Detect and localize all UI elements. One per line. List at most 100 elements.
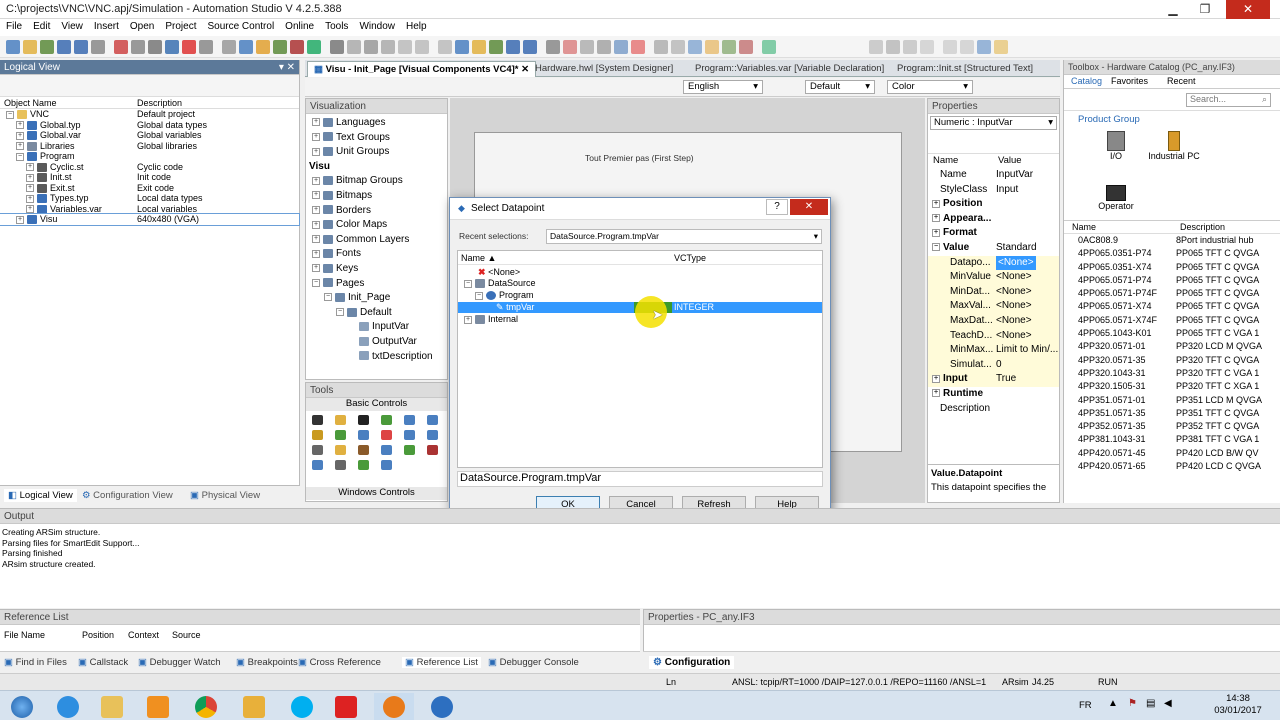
tool-control-icon[interactable]	[381, 430, 392, 440]
row-program[interactable]: − Program	[475, 290, 534, 301]
expand-icon[interactable]: +	[312, 118, 320, 127]
taskbar-media[interactable]	[138, 693, 178, 720]
tool-control-icon[interactable]	[427, 415, 438, 425]
catalog-row[interactable]: 4PP352.0571-35 PP352 TFT C QVGA	[1064, 420, 1280, 433]
search-input[interactable]: Search... ⌕	[1186, 93, 1271, 107]
tab-configuration[interactable]: ⚙ Configuration	[649, 656, 735, 669]
catalog-row[interactable]: 4PP065.0571-P74F PP065 TFT C QVGA	[1064, 287, 1280, 300]
basic-controls-header[interactable]: Basic Controls	[306, 398, 447, 411]
tool-control-icon[interactable]	[335, 430, 346, 440]
toolbar-button-icon[interactable]	[415, 40, 429, 54]
windows-controls-header[interactable]: Windows Controls	[306, 487, 447, 500]
tab-init-st[interactable]: Program::Init.st [Structured Text]	[891, 61, 1039, 77]
tray-flag-icon[interactable]: ⚑	[1128, 698, 1137, 709]
col-context[interactable]: Context	[128, 630, 159, 640]
toolbar-button-icon[interactable]	[398, 40, 412, 54]
catalog-row[interactable]: 4PP351.0571-01 PP351 LCD M QVGA	[1064, 394, 1280, 407]
tray-volume-icon[interactable]: ◀	[1164, 698, 1172, 709]
taskbar-help[interactable]	[422, 693, 462, 720]
tool-control-icon[interactable]	[358, 415, 369, 425]
tool-control-icon[interactable]	[381, 460, 392, 470]
tool-control-icon[interactable]	[312, 430, 323, 440]
expand-icon[interactable]: −	[312, 278, 320, 287]
property-row[interactable]: + Appeara...	[928, 212, 1059, 227]
toolbar-button-icon[interactable]	[381, 40, 395, 54]
toolbar-button-icon[interactable]	[489, 40, 503, 54]
col-description[interactable]: Description	[137, 98, 182, 108]
collapse-icon[interactable]: −	[464, 279, 472, 288]
property-value[interactable]: <None>	[996, 270, 1032, 285]
tree-row[interactable]: + Types.typ Local data types	[0, 193, 299, 204]
property-value[interactable]: True	[996, 372, 1016, 387]
tool-control-icon[interactable]	[404, 445, 415, 455]
tool-control-icon[interactable]	[358, 430, 369, 440]
expand-icon[interactable]: +	[464, 315, 472, 324]
toolbar-button-icon[interactable]	[762, 40, 776, 54]
menu-item[interactable]: Tools	[319, 19, 353, 32]
toolbar-button-icon[interactable]	[563, 40, 577, 54]
bottom-tab[interactable]: ▣ Debugger Console	[488, 657, 579, 668]
toolbar-button-icon[interactable]	[960, 40, 974, 54]
taskbar-chrome[interactable]	[186, 693, 226, 720]
property-row[interactable]: StyleClass Input	[928, 183, 1059, 198]
catalog-row[interactable]: 4PP320.1043-31 PP320 TFT C VGA 1	[1064, 367, 1280, 380]
col-description[interactable]: Description	[1180, 222, 1225, 232]
toolbar-button-icon[interactable]	[614, 40, 628, 54]
tab-favorites[interactable]: Favorites	[1108, 76, 1151, 86]
tab-physical-view[interactable]: ▣ Physical View	[190, 490, 260, 501]
expand-icon[interactable]: −	[6, 110, 14, 119]
expand-icon[interactable]: +	[26, 205, 34, 214]
group-io[interactable]: I/O	[1086, 131, 1146, 161]
catalog-row[interactable]: 4PP065.0571-X74F PP065 TFT C QVGA	[1064, 314, 1280, 327]
col-vctype[interactable]: VCType	[674, 253, 706, 263]
tree-row[interactable]: + Cyclic.st Cyclic code	[0, 162, 299, 173]
expand-icon[interactable]: +	[932, 199, 940, 208]
tab-configuration-view[interactable]: ⚙ Configuration View	[82, 490, 173, 501]
tree-row[interactable]: + Variables.var Local variables	[0, 204, 299, 215]
catalog-row[interactable]: 4PP065.0571-X74 PP065 TFT C QVGA	[1064, 300, 1280, 313]
visualization-item[interactable]: + Common Layers	[306, 233, 447, 248]
expand-icon[interactable]: +	[312, 132, 320, 141]
property-value[interactable]: Standard	[996, 241, 1037, 256]
toolbar-button-icon[interactable]	[869, 40, 883, 54]
tree-row[interactable]: + Exit.st Exit code	[0, 183, 299, 194]
tool-control-icon[interactable]	[427, 430, 438, 440]
toolbar-button-icon[interactable]	[920, 40, 934, 54]
row-datasource[interactable]: − DataSource	[464, 278, 536, 289]
col-source[interactable]: Source	[172, 630, 201, 640]
menu-item[interactable]: Project	[159, 19, 201, 32]
toolbar-button-icon[interactable]	[977, 40, 991, 54]
tool-control-icon[interactable]	[404, 415, 415, 425]
tree-row[interactable]: + Global.var Global variables	[0, 130, 299, 141]
visualization-item[interactable]: Visu	[306, 160, 447, 175]
property-row[interactable]: MaxVal... <None>	[928, 299, 1059, 314]
menu-item[interactable]: Help	[400, 19, 432, 32]
tab-variables[interactable]: Program::Variables.var [Variable Declara…	[689, 61, 890, 77]
toolbar-button-icon[interactable]	[199, 40, 213, 54]
property-value[interactable]: 0	[996, 358, 1002, 373]
expand-icon[interactable]: +	[312, 191, 320, 200]
expand-icon[interactable]: +	[26, 184, 34, 193]
recent-selections-select[interactable]: DataSource.Program.tmpVar ▾	[546, 229, 822, 244]
menu-item[interactable]: View	[55, 19, 88, 32]
property-object-select[interactable]: Numeric : InputVar ▾	[930, 116, 1057, 130]
dialog-close-button[interactable]: ✕	[790, 199, 828, 215]
toolbar-button-icon[interactable]	[903, 40, 917, 54]
bottom-tab[interactable]: ▣ Breakpoints	[236, 657, 298, 668]
toolbar-button-icon[interactable]	[307, 40, 321, 54]
col-name[interactable]: Name ▲	[461, 253, 496, 263]
toolbar-button-icon[interactable]	[943, 40, 957, 54]
maximize-button[interactable]: ❐	[1190, 0, 1220, 19]
visualization-item[interactable]: + Borders	[306, 204, 447, 219]
bottom-tab[interactable]: ▣ Find in Files	[4, 657, 67, 668]
expand-icon[interactable]: +	[16, 121, 24, 130]
property-value[interactable]: <None>	[996, 285, 1032, 300]
property-value[interactable]: Input	[996, 183, 1018, 198]
toolbar-button-icon[interactable]	[523, 40, 537, 54]
tool-control-icon[interactable]	[358, 460, 369, 470]
tool-control-icon[interactable]	[312, 445, 323, 455]
taskbar-skype[interactable]	[282, 693, 322, 720]
property-row[interactable]: Name InputVar	[928, 168, 1059, 183]
panel-close-icon[interactable]: ▾ ✕	[279, 62, 295, 73]
catalog-row[interactable]: 4PP320.0571-01 PP320 LCD M QVGA	[1064, 340, 1280, 353]
